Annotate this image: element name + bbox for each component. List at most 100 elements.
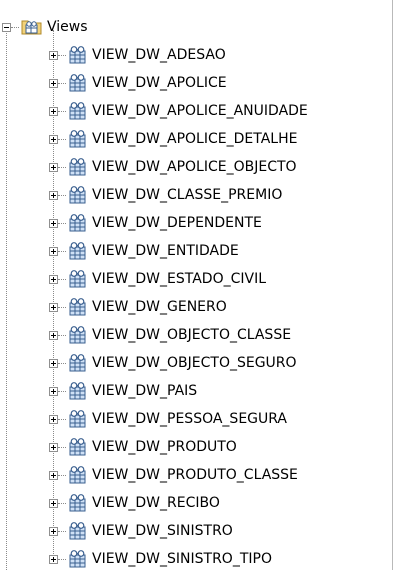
view-table-icon [69,186,86,204]
expand-icon[interactable] [49,78,58,88]
expand-icon[interactable] [49,414,58,424]
view-table-icon [69,326,86,344]
expand-icon[interactable] [49,162,58,172]
view-table-icon [69,354,86,372]
panel-border [392,0,393,570]
tree-root-connector [6,30,7,570]
view-name-label: VIEW_DW_APOLICE_DETALHE [92,131,298,147]
expand-icon[interactable] [49,50,58,60]
view-table-icon [69,74,86,92]
view-name-label: VIEW_DW_DEPENDENTE [92,215,262,231]
expand-icon[interactable] [49,106,58,116]
view-table-icon [69,522,86,540]
tree-connector [58,474,66,476]
view-name-label: VIEW_DW_APOLICE_OBJECTO [92,159,297,175]
view-tree-item[interactable]: VIEW_DW_APOLICE_ANUIDADE [49,97,308,125]
view-table-icon [69,410,86,428]
view-tree-item[interactable]: VIEW_DW_RECIBO [49,489,220,517]
view-tree-item[interactable]: VIEW_DW_SINISTRO_TIPO [49,545,272,573]
tree-connector [58,446,66,448]
view-table-icon [69,130,86,148]
view-name-label: VIEW_DW_OBJECTO_SEGURO [92,355,297,371]
view-name-label: VIEW_DW_CLASSE_PREMIO [92,187,283,203]
expand-icon[interactable] [49,498,58,508]
tree-node-views[interactable]: Views [2,13,88,41]
tree-connector [58,530,66,532]
expand-icon[interactable] [49,554,58,564]
tree-connector [58,194,66,196]
view-name-label: VIEW_DW_ADESAO [92,47,226,63]
view-name-label: VIEW_DW_APOLICE_ANUIDADE [92,103,308,119]
view-name-label: VIEW_DW_GENERO [92,299,227,315]
view-name-label: VIEW_DW_PRODUTO [92,439,237,455]
expand-icon[interactable] [49,190,58,200]
view-tree-item[interactable]: VIEW_DW_APOLICE [49,69,227,97]
tree-connector [58,54,66,56]
expand-icon[interactable] [49,330,58,340]
view-tree-item[interactable]: VIEW_DW_PRODUTO [49,433,237,461]
tree-connector [58,110,66,112]
expand-icon[interactable] [49,386,58,396]
view-table-icon [69,270,86,288]
view-name-label: VIEW_DW_PESSOA_SEGURA [92,411,287,427]
tree-connector [58,278,66,280]
view-name-label: VIEW_DW_ESTADO_CIVIL [92,271,267,287]
view-tree-item[interactable]: VIEW_DW_APOLICE_OBJECTO [49,153,297,181]
view-table-icon [69,298,86,316]
view-tree-item[interactable]: VIEW_DW_DEPENDENTE [49,209,262,237]
view-name-label: VIEW_DW_RECIBO [92,495,220,511]
tree-connector [58,222,66,224]
view-table-icon [69,46,86,64]
expand-icon[interactable] [49,526,58,536]
expand-icon[interactable] [49,442,58,452]
tree-connector [11,26,19,28]
folder-views-icon [21,20,42,35]
view-table-icon [69,382,86,400]
view-tree-item[interactable]: VIEW_DW_ESTADO_CIVIL [49,265,266,293]
view-table-icon [69,438,86,456]
view-tree-item[interactable]: VIEW_DW_PESSOA_SEGURA [49,405,287,433]
view-tree-item[interactable]: VIEW_DW_ENTIDADE [49,237,239,265]
tree-connector [58,166,66,168]
view-tree-item[interactable]: VIEW_DW_OBJECTO_SEGURO [49,349,297,377]
expand-icon[interactable] [49,218,58,228]
view-name-label: VIEW_DW_SINISTRO_TIPO [92,551,272,567]
view-table-icon [69,550,86,568]
view-table-icon [69,214,86,232]
object-tree: Views VIEW_DW_ADESAO VIEW_DW_APOLICE VIEW_… [0,0,395,570]
view-name-label: VIEW_DW_APOLICE [92,75,227,91]
tree-connector [58,82,66,84]
tree-connector [58,362,66,364]
collapse-icon[interactable] [2,22,11,32]
view-table-icon [69,102,86,120]
expand-icon[interactable] [49,302,58,312]
tree-connector [58,558,66,560]
tree-connector [58,334,66,336]
expand-icon[interactable] [49,246,58,256]
view-tree-item[interactable]: VIEW_DW_OBJECTO_CLASSE [49,321,291,349]
tree-connector [58,390,66,392]
view-name-label: VIEW_DW_ENTIDADE [92,243,239,259]
expand-icon[interactable] [49,358,58,368]
tree-connector [58,138,66,140]
view-name-label: VIEW_DW_OBJECTO_CLASSE [92,327,292,343]
view-name-label: VIEW_DW_PRODUTO_CLASSE [92,467,298,483]
tree-node-label: Views [47,19,88,35]
view-table-icon [69,494,86,512]
tree-connector [58,418,66,420]
view-tree-item[interactable]: VIEW_DW_SINISTRO [49,517,233,545]
view-table-icon [69,242,86,260]
view-tree-item[interactable]: VIEW_DW_PAIS [49,377,197,405]
tree-connector [58,306,66,308]
view-name-label: VIEW_DW_PAIS [92,383,198,399]
tree-connector [58,502,66,504]
expand-icon[interactable] [49,134,58,144]
expand-icon[interactable] [49,274,58,284]
view-tree-item[interactable]: VIEW_DW_GENERO [49,293,227,321]
view-tree-item[interactable]: VIEW_DW_PRODUTO_CLASSE [49,461,298,489]
expand-icon[interactable] [49,470,58,480]
view-tree-item[interactable]: VIEW_DW_ADESAO [49,41,226,69]
view-table-icon [69,466,86,484]
view-tree-item[interactable]: VIEW_DW_APOLICE_DETALHE [49,125,297,153]
view-tree-item[interactable]: VIEW_DW_CLASSE_PREMIO [49,181,282,209]
